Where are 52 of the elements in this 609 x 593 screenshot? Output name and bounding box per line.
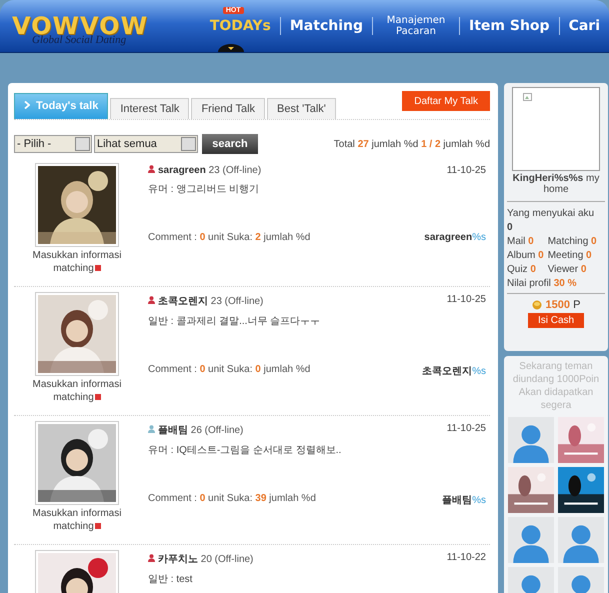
nav-item[interactable]: Cari [568, 18, 600, 34]
likes-label: Yang menyukai aku [507, 207, 596, 221]
nav-item[interactable]: Manajemen Pacaran [382, 15, 450, 37]
register-button[interactable]: Daftar My Talk [402, 91, 490, 111]
stat-item[interactable]: Mail 0 [507, 235, 544, 249]
matching-info-link[interactable]: Masukkan informasi matching [27, 378, 127, 404]
likes-count: 0 [507, 221, 514, 235]
stat-item[interactable]: Quiz 0 [507, 263, 544, 277]
category-select[interactable]: - Pilih - [14, 135, 92, 153]
result-count: Total 27 jumlah %d 1 / 2 jumlah %d [334, 138, 490, 150]
post-title[interactable]: 일반 : 콜과제리 결말...너무 슬프다ㅜㅜ [148, 314, 486, 328]
tab[interactable]: Interest Talk [110, 98, 190, 119]
stat-item[interactable]: Album 0 [507, 249, 544, 263]
author-link[interactable]: saragreen%s [424, 232, 486, 243]
matching-info-link[interactable]: Masukkan informasi matching [27, 249, 127, 275]
tab[interactable]: Friend Talk [191, 98, 266, 119]
matching-info-link[interactable]: Masukkan informasi matching [27, 507, 127, 533]
post-date: 11-10-22 [446, 552, 486, 565]
stat-item[interactable]: Meeting 0 [548, 249, 605, 263]
chevron-icon [24, 101, 30, 109]
tagline: Global Social Dating [32, 34, 126, 46]
post-title[interactable]: 유머 : IQ테스트-그림을 순서대로 정렬해보.. [148, 443, 486, 457]
points-balance: 1500 P [546, 299, 580, 311]
post-title[interactable]: 유머 : 앵그리버드 비행기 [148, 182, 486, 196]
author-link[interactable]: 플배팀%s [442, 493, 486, 507]
author-info: 플배팀 26 (Off-line) [148, 423, 244, 437]
coin-icon [532, 300, 542, 310]
author-info: saragreen 23 (Off-line) [148, 165, 262, 176]
nav-item[interactable]: Matching [290, 18, 363, 34]
search-button[interactable]: search [202, 134, 258, 154]
broken-image-icon [523, 93, 533, 103]
author-link[interactable]: 초콕오렌지%s [422, 364, 486, 378]
post-stats: Comment : 0 unit Suka: 39 jumlah %d [148, 493, 316, 506]
post-date: 11-10-25 [446, 423, 486, 436]
post-stats: Comment : 0 unit Suka: 0 jumlah %d [148, 364, 310, 377]
author-info: 초콕오렌지 23 (Off-line) [148, 294, 264, 308]
invite-message: Sekarang teman diundang 1000Poin Akan didapatkan segera [512, 360, 600, 412]
cash-button[interactable]: Isi Cash [528, 313, 584, 328]
pointer-icon [218, 44, 244, 52]
post-date: 11-10-25 [446, 165, 486, 176]
tab[interactable]: Best 'Talk' [267, 98, 336, 119]
post-stats: Comment : 0 unit Suka: 2 jumlah %d [148, 232, 310, 243]
post-title[interactable]: 일반 : test [148, 572, 486, 586]
author-info: 카푸치노 20 (Off-line) [148, 552, 254, 566]
nav-item[interactable]: Item Shop [469, 18, 550, 34]
profile-score: Nilai profil 30 % [507, 277, 578, 291]
stat-item[interactable]: Viewer 0 [548, 263, 605, 277]
stat-item[interactable]: Matching 0 [548, 235, 605, 249]
post-date: 11-10-25 [446, 294, 486, 307]
profile-name[interactable]: KingHeri%s%s my home [507, 173, 605, 195]
view-select[interactable]: Lihat semua [94, 135, 198, 153]
nav-item[interactable]: TODAYs [210, 18, 271, 34]
